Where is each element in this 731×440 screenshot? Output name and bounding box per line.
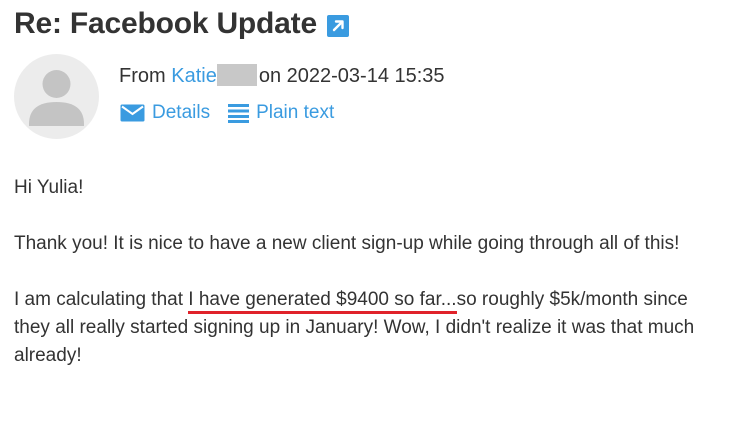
highlighted-phrase: I have generated $9400 so far...	[188, 289, 457, 314]
email-body: Hi Yulia! Thank you! It is nice to have …	[14, 174, 726, 398]
email-subject: Re: Facebook Update	[14, 7, 317, 40]
from-label: From	[119, 65, 166, 87]
external-link-icon[interactable]	[326, 15, 349, 37]
paragraph-2-start: I am calculating that	[14, 289, 189, 310]
greeting: Hi Yulia!	[14, 177, 84, 198]
email-view: Re: Facebook Update From Katie on 2022-03…	[0, 0, 731, 440]
subject-row: Re: Facebook Update	[14, 4, 349, 44]
sender-line: From Katie on 2022-03-14 15:35	[119, 63, 445, 89]
details-button[interactable]: Details	[120, 100, 210, 126]
details-label: Details	[152, 102, 211, 123]
plain-text-label: Plain text	[256, 102, 335, 123]
sent-date: on 2022-03-14 15:35	[258, 65, 445, 87]
paragraph-2: I am calculating that I have generated $…	[14, 286, 726, 370]
lines-icon	[228, 103, 250, 123]
paragraph-1: Thank you! It is nice to have a new clie…	[14, 233, 680, 254]
message-actions: Details Plain text	[120, 100, 334, 126]
avatar	[14, 54, 99, 139]
plain-text-button[interactable]: Plain text	[228, 100, 334, 126]
user-silhouette-icon	[29, 70, 84, 126]
envelope-icon	[120, 104, 145, 122]
sender-name-link[interactable]: Katie	[171, 65, 217, 87]
redacted-block	[216, 64, 257, 86]
